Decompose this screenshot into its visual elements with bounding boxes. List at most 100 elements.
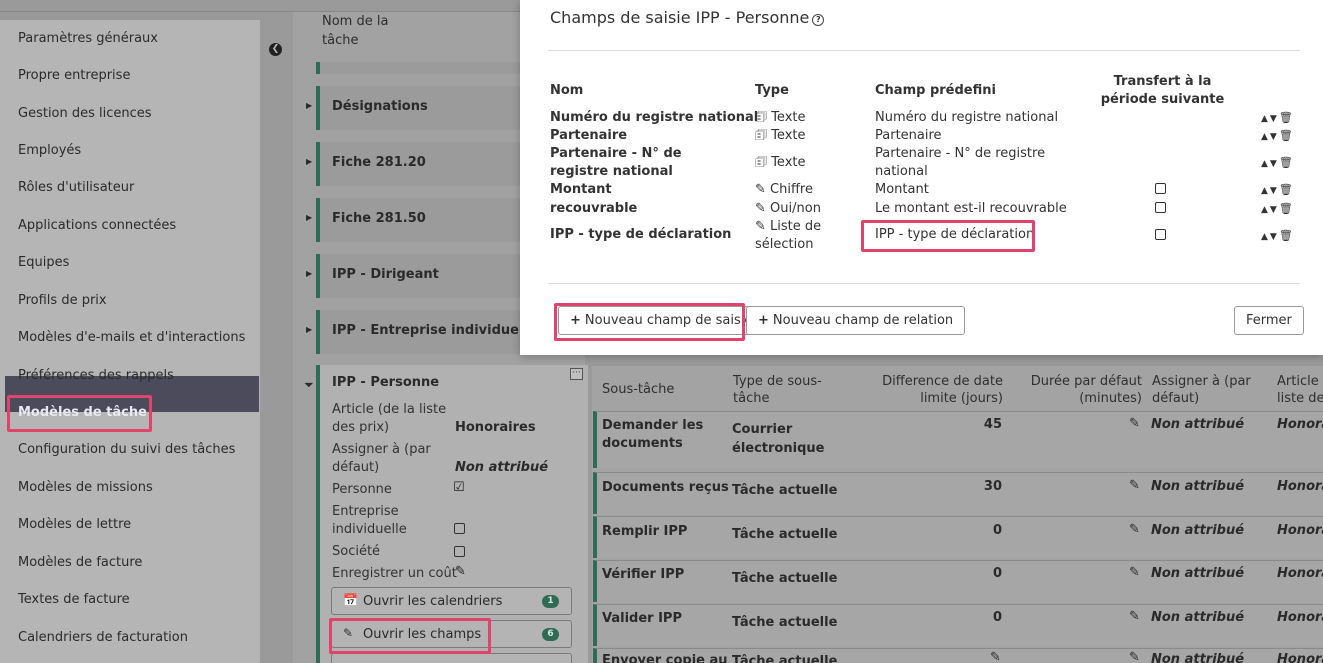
sidebar-item-general-settings[interactable]: Paramètres généraux [18,31,158,46]
trash-icon[interactable]: 🗑 [1279,183,1295,196]
subtask-type: Tâche actuelle [732,615,838,630]
subtask-assign: Non attribué [1151,652,1245,663]
cost-label: Enregistrer un coût [332,566,457,581]
sidebar-item-invoice-templates[interactable]: Modèles de facture [18,555,142,570]
move-down-icon[interactable]: ▼ [1270,159,1279,169]
sidebar-item-reminder-prefs[interactable]: Préférences des rappels [18,368,174,383]
partial-button[interactable] [331,653,572,663]
open-fields-button[interactable]: ✎ Ouvrir les champs 6 [331,620,572,648]
task-name: Fiche 281.50 [332,211,426,226]
more-menu-icon[interactable]: ··· [570,368,583,380]
row-controls[interactable]: ▲▼🗑 [1261,229,1295,242]
close-button[interactable]: Fermer [1234,306,1304,335]
id-card-icon: 🗊 [755,128,768,143]
field-name: Partenaire [550,128,628,143]
column-header-type: Type [755,83,789,98]
trash-icon[interactable]: 🗑 [1279,111,1295,124]
column-header-transfer: Transfert à la période suivante [1100,74,1225,107]
sidebar-item-letter-templates[interactable]: Modèles de lettre [18,517,131,532]
subtask-header-diff: Difference de date limite (jours) [882,374,1003,406]
sidebar-item-task-templates[interactable]: Modèles de tâche [18,405,147,420]
sidebar-item-billing-calendars[interactable]: Calendriers de facturation [18,630,188,645]
edit-icon: ✎ [755,182,766,197]
move-up-icon[interactable]: ▲ [1261,159,1270,169]
sidebar-item-price-profiles[interactable]: Profils de prix [18,293,107,308]
subtask-article: Honoraires [1277,610,1323,625]
sidebar-item-user-roles[interactable]: Rôles d'utilisateur [18,180,134,195]
move-down-icon[interactable]: ▼ [1270,132,1279,142]
sidebar-item-employees[interactable]: Employés [18,143,81,158]
pencil-icon[interactable]: ✎ [455,564,466,579]
task-name: IPP - Dirigeant [332,267,439,282]
societe-label: Société [332,544,381,559]
pencil-icon[interactable]: ✎ [1129,416,1140,431]
row-controls[interactable]: ▲▼🗑 [1261,183,1295,196]
trash-icon[interactable]: 🗑 [1279,129,1295,142]
sidebar-item-own-company[interactable]: Propre entreprise [18,68,130,83]
transfer-checkbox[interactable] [1155,202,1166,213]
entreprise-checkbox[interactable] [454,523,465,534]
societe-checkbox[interactable] [454,546,465,557]
assign-label: Assigner à (par défaut) [332,442,431,475]
assign-value: Non attribué [455,460,549,475]
column-header-predefined: Champ prédefini [875,83,996,98]
subtask-type: Tâche actuelle [732,571,838,586]
pencil-icon[interactable]: ✎ [1129,565,1140,580]
sidebar-item-mission-templates[interactable]: Modèles de missions [18,480,153,495]
pencil-icon[interactable]: ✎ [1129,650,1140,663]
expand-arrow-icon[interactable]: ▶ [306,101,312,110]
open-calendars-button[interactable]: 📅 Ouvrir les calendriers 1 [331,587,572,615]
sidebar-item-licences[interactable]: Gestion des licences [18,106,152,121]
move-up-icon[interactable]: ▲ [1261,232,1270,242]
new-input-field-button[interactable]: + Nouveau champ de saisie [558,306,765,335]
field-type: 🗊 Texte [755,155,806,170]
move-down-icon[interactable]: ▼ [1270,205,1279,215]
column-header-name: Nom [550,83,584,98]
sidebar-item-email-templates[interactable]: Modèles d'e-mails et d'interactions [18,330,245,345]
expand-arrow-icon[interactable]: ▶ [306,269,312,278]
expand-arrow-icon[interactable]: ▶ [306,325,312,334]
row-controls[interactable]: ▲▼🗑 [1261,129,1295,142]
subtask-name: Demander les documents [602,418,704,451]
expand-arrow-icon[interactable]: ▶ [306,157,312,166]
pencil-icon[interactable]: ✎ [1129,609,1140,624]
sidebar-item-teams[interactable]: Equipes [18,255,69,270]
transfer-checkbox[interactable] [1155,229,1166,240]
field-name: IPP - type de déclaration [550,227,732,242]
move-down-icon[interactable]: ▼ [1270,114,1279,124]
field-predefined: Le montant est-il recouvrable [875,201,1067,216]
task-name-column-header: Nom de la tâche [322,14,389,48]
move-up-icon[interactable]: ▲ [1261,205,1270,215]
pencil-icon[interactable]: ✎ [1129,478,1140,493]
new-relation-field-button[interactable]: + Nouveau champ de relation [746,306,966,335]
move-up-icon[interactable]: ▲ [1261,186,1270,196]
checked-checkbox-icon[interactable]: ☑ [453,480,465,495]
trash-icon[interactable]: 🗑 [1279,156,1295,169]
row-controls[interactable]: ▲▼🗑 [1261,156,1295,169]
move-down-icon[interactable]: ▼ [1270,232,1279,242]
pencil-icon[interactable]: ✎ [1129,522,1140,537]
sidebar-item-connected-apps[interactable]: Applications connectées [18,218,176,233]
trash-icon[interactable]: 🗑 [1279,229,1295,242]
move-down-icon[interactable]: ▼ [1270,186,1279,196]
collapse-sidebar-icon[interactable]: ❮ [269,43,282,56]
row-controls[interactable]: ▲▼🗑 [1261,202,1295,215]
count-badge: 1 [542,595,559,608]
transfer-checkbox[interactable] [1155,183,1166,194]
help-icon[interactable]: ? [812,14,825,26]
sidebar-item-task-tracking[interactable]: Configuration du suivi des tâches [18,442,235,457]
pencil-icon[interactable]: ✎ [990,650,1001,663]
subtask-assign: Non attribué [1151,417,1245,432]
move-up-icon[interactable]: ▲ [1261,114,1270,124]
edit-icon: ✎ [755,201,766,216]
subtask-name: Vérifier IPP [602,567,685,582]
move-up-icon[interactable]: ▲ [1261,132,1270,142]
edit-icon: ✎ [755,219,766,234]
subtask-diff: 0 [992,566,1002,581]
row-controls[interactable]: ▲▼🗑 [1261,111,1295,124]
sidebar-item-invoice-texts[interactable]: Textes de facture [18,592,130,607]
subtask-header-assign: Assigner à (par défaut) [1152,374,1251,406]
expand-arrow-icon[interactable]: ▶ [306,213,312,222]
trash-icon[interactable]: 🗑 [1279,202,1295,215]
subtask-diff: 0 [992,523,1002,538]
